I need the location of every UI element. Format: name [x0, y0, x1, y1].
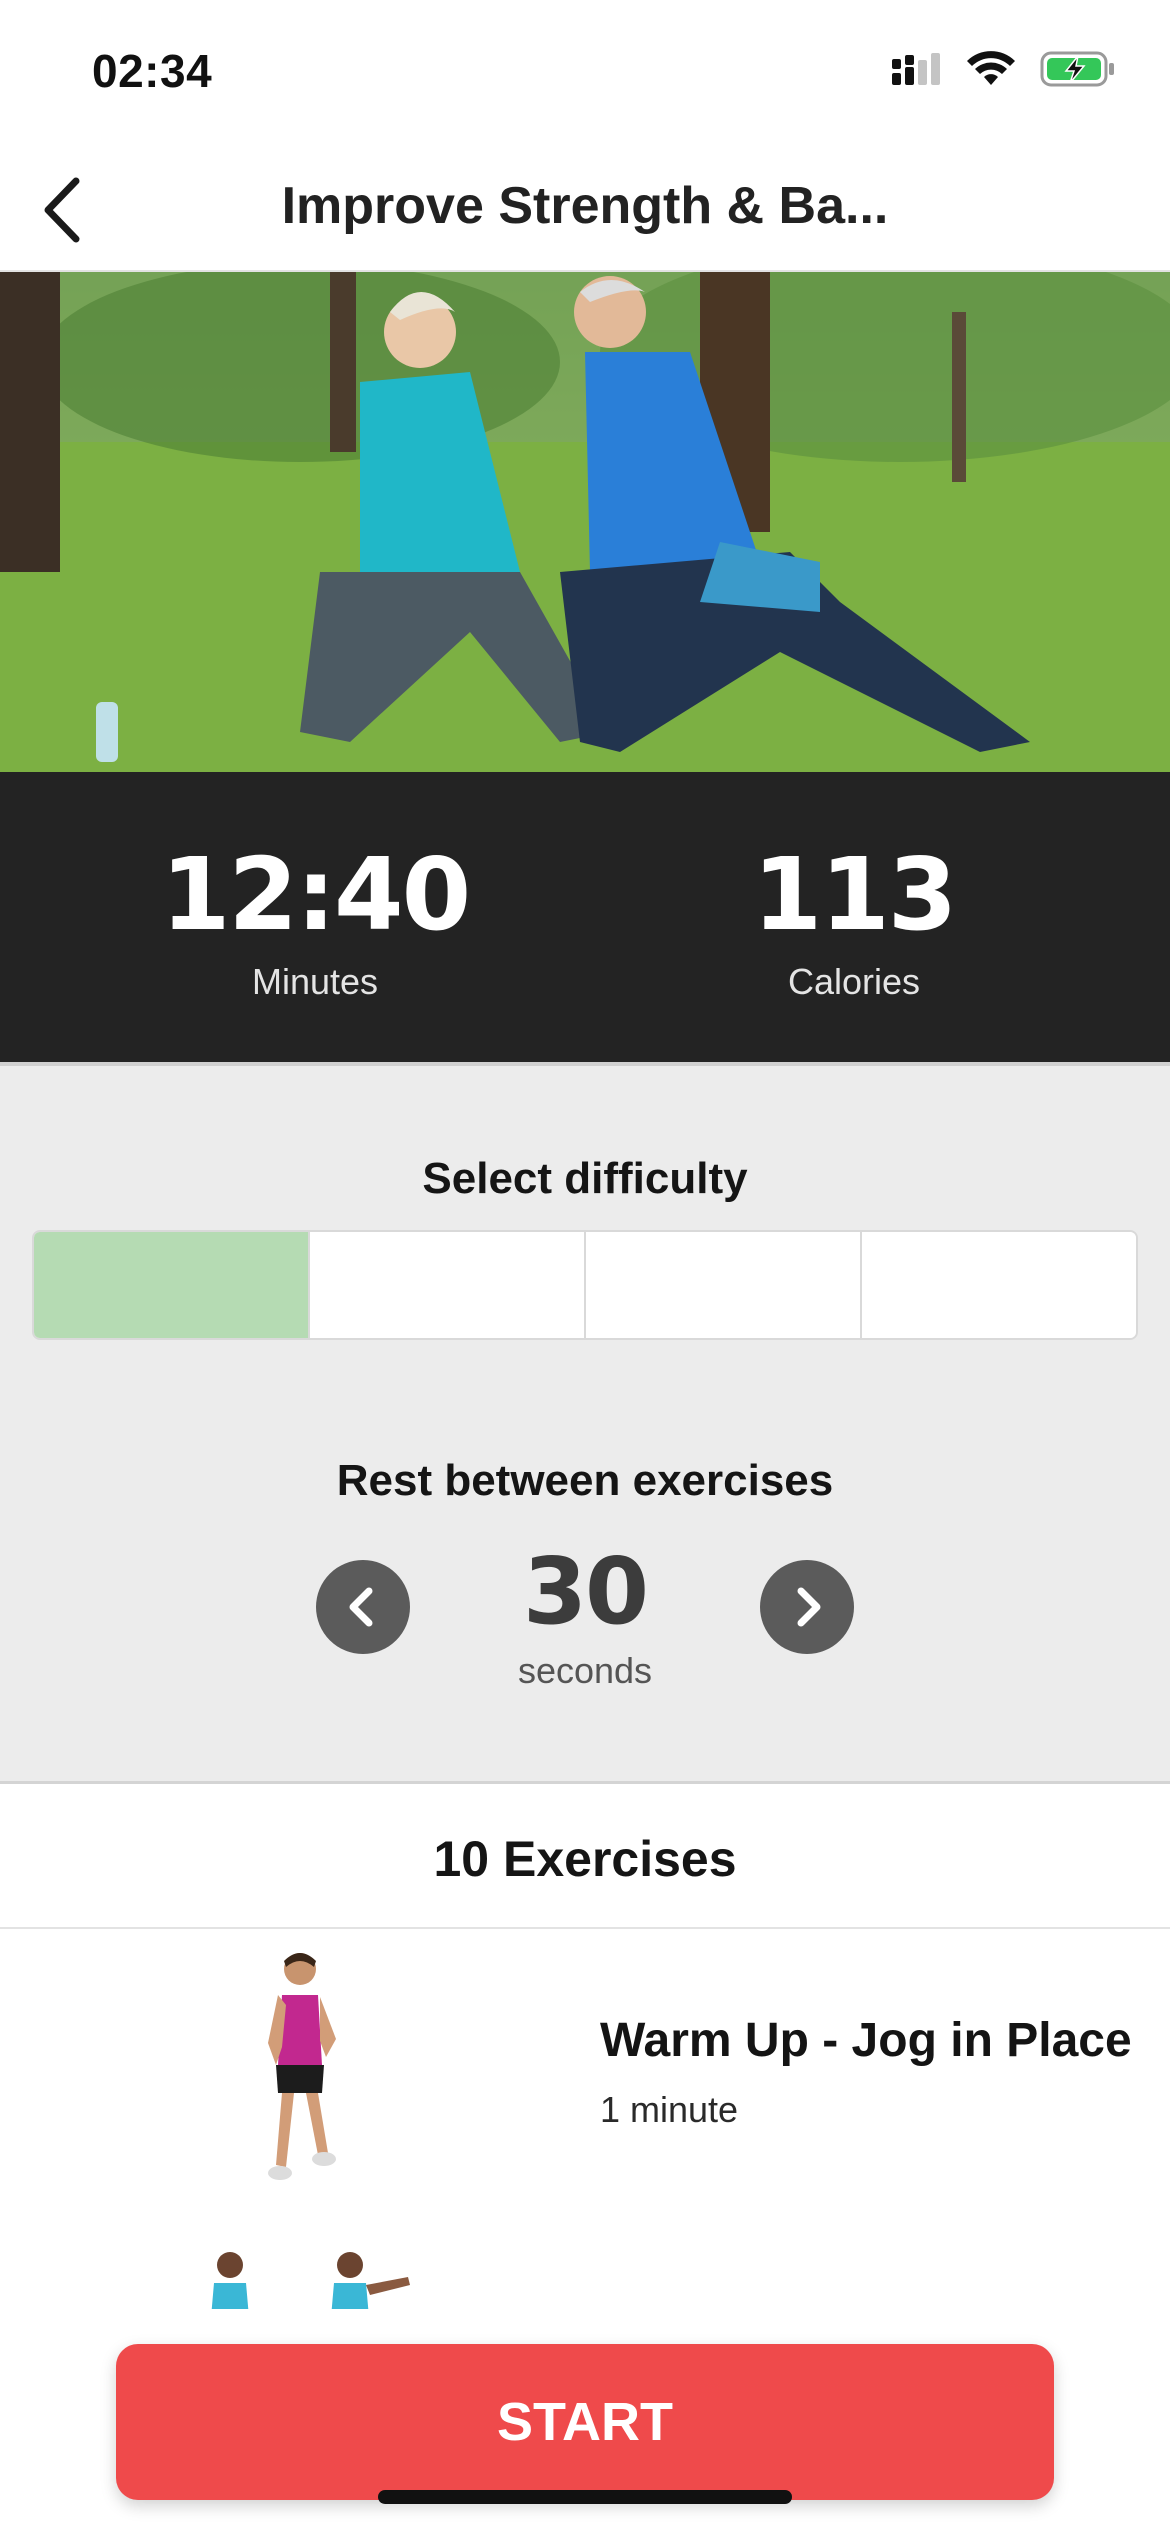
duration-value: 12:40	[160, 836, 471, 953]
nav-bar: Improve Strength & Ba...	[0, 150, 1170, 272]
rest-value: 30	[522, 1538, 649, 1645]
status-icons	[890, 50, 1116, 88]
workout-settings: Select difficulty Rest between exercises…	[0, 1062, 1170, 1784]
list-item[interactable]	[0, 2229, 1170, 2309]
rest-title: Rest between exercises	[336, 1456, 834, 1505]
wifi-icon	[967, 51, 1015, 85]
calories-label: Calories	[787, 961, 921, 1002]
chevron-left-icon	[44, 177, 80, 243]
start-button[interactable]: START	[116, 2344, 1054, 2500]
chevron-right-icon	[797, 1587, 821, 1627]
duration-label: Minutes	[251, 961, 379, 1002]
exercise-thumbnail	[268, 1953, 336, 2180]
exercise-duration: 1 minute	[600, 2089, 739, 2130]
rest-stepper: 30 seconds	[0, 1546, 1170, 1716]
rest-unit: seconds	[517, 1650, 653, 1691]
cellular-signal-icon	[892, 53, 940, 85]
difficulty-level-4[interactable]	[862, 1232, 1136, 1338]
exercise-name: Warm Up - Jog in Place	[600, 2014, 1132, 2067]
difficulty-level-3[interactable]	[586, 1232, 862, 1338]
rest-increase-button[interactable]	[760, 1560, 854, 1654]
workout-stats: 12:40 Minutes 113 Calories	[0, 772, 1170, 1062]
difficulty-level-2[interactable]	[310, 1232, 586, 1338]
home-indicator	[378, 2490, 792, 2504]
duration-stat: 12:40 Minutes	[105, 842, 525, 1003]
chevron-left-icon	[349, 1587, 373, 1627]
workout-hero-image	[0, 272, 1170, 772]
difficulty-selector	[32, 1230, 1138, 1340]
difficulty-level-1[interactable]	[34, 1232, 310, 1338]
calories-value: 113	[752, 836, 958, 953]
exercises-count: 10 Exercises	[433, 1831, 737, 1887]
battery-charging-icon	[1040, 51, 1114, 87]
difficulty-title: Select difficulty	[422, 1154, 748, 1203]
list-item[interactable]: Warm Up - Jog in Place 1 minute	[0, 1929, 1170, 2229]
page-title: Improve Strength & Ba...	[281, 177, 889, 235]
back-button[interactable]	[22, 170, 102, 250]
status-bar: 02:34	[0, 0, 1170, 150]
rest-decrease-button[interactable]	[316, 1560, 410, 1654]
calories-stat: 113 Calories	[644, 842, 1064, 1003]
exercises-header: 10 Exercises	[0, 1784, 1170, 1929]
status-time: 02:34	[92, 45, 213, 97]
exercise-thumbnail	[211, 2252, 410, 2309]
